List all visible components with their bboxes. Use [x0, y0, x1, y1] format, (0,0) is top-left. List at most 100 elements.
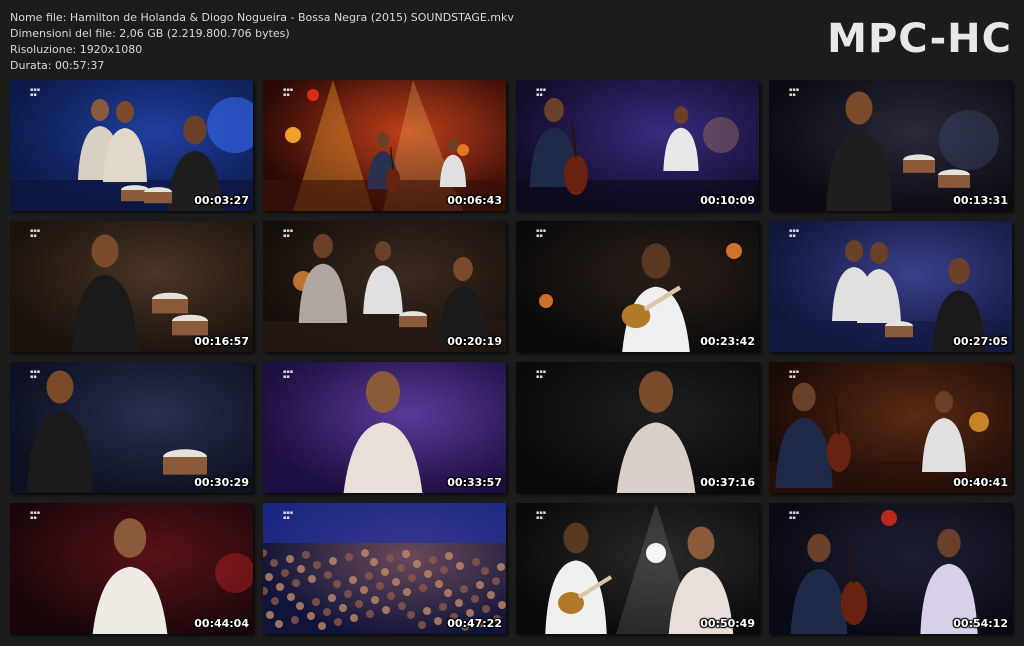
stage-light: [312, 598, 320, 606]
stage-light: [371, 596, 379, 604]
stage-light: [398, 602, 406, 610]
stage-light: [313, 561, 321, 569]
channel-logo: ▪▪▪ ▪▪: [30, 369, 41, 380]
bass-neck: [848, 542, 856, 584]
timestamp: 00:20:19: [447, 335, 502, 348]
double-bass: [564, 155, 588, 195]
video-thumbnail: ▪▪▪ ▪▪ 00:54:12: [769, 503, 1012, 634]
stage-light: [492, 577, 500, 585]
stage-light: [434, 617, 442, 625]
scene-drawing: [769, 382, 1012, 493]
video-thumbnail: ▪▪▪ ▪▪ 00:16:57: [10, 221, 253, 352]
timestamp: 00:54:12: [953, 617, 1008, 630]
scene-drawing: [27, 370, 207, 492]
drum-body: [163, 457, 207, 475]
stage-light: [381, 568, 389, 576]
stage-light: [207, 97, 253, 153]
drum-body: [152, 299, 188, 314]
stage-light: [296, 602, 304, 610]
drum-body: [399, 316, 427, 328]
drum-body: [903, 160, 935, 173]
stage-light: [291, 616, 299, 624]
stage-light: [263, 587, 268, 595]
stage-light: [466, 609, 474, 617]
timestamp: 00:27:05: [953, 335, 1008, 348]
scene-drawing: [616, 371, 696, 493]
stage-light: [307, 89, 319, 101]
stage-light: [397, 564, 405, 572]
stage-light: [444, 589, 452, 597]
stage-light: [418, 621, 426, 629]
video-thumbnail: ▪▪▪ ▪▪ 00:47:22: [263, 503, 506, 634]
video-thumbnail: ▪▪▪ ▪▪ 00:40:41: [769, 362, 1012, 493]
performer-figure: [790, 533, 848, 634]
channel-logo: ▪▪▪ ▪▪: [30, 228, 41, 239]
channel-logo: ▪▪▪ ▪▪: [283, 87, 294, 98]
scene-drawing: [826, 91, 999, 211]
stage-light: [429, 556, 437, 564]
performer-figure: [663, 106, 699, 171]
stage-light: [487, 591, 495, 599]
stage-light: [881, 510, 897, 526]
stage-light: [308, 575, 316, 583]
stage-light: [286, 555, 294, 563]
stage-light: [460, 585, 468, 593]
stage-light: [361, 549, 369, 557]
performer-figure: [72, 234, 138, 352]
video-thumbnail: ▪▪▪ ▪▪ 00:23:42: [516, 221, 759, 352]
timestamp: 00:30:29: [194, 476, 249, 489]
drum-body: [885, 326, 913, 338]
scene-drawing: [343, 371, 423, 493]
channel-logo: ▪▪▪ ▪▪: [30, 87, 41, 98]
stage-light: [386, 554, 394, 562]
venue-ceiling: [263, 503, 506, 543]
channel-logo: ▪▪▪ ▪▪: [789, 228, 800, 239]
stage-light: [445, 552, 453, 560]
stage-light: [292, 579, 300, 587]
stage-light: [270, 559, 278, 567]
stage-light: [365, 572, 373, 580]
performer-figure: [92, 518, 168, 634]
channel-logo: ▪▪▪ ▪▪: [536, 369, 547, 380]
double-bass: [840, 581, 868, 625]
stage-light: [334, 618, 342, 626]
video-thumbnail: ▪▪▪ ▪▪ 00:27:05: [769, 221, 1012, 352]
stage-light: [407, 611, 415, 619]
timestamp: 00:13:31: [953, 194, 1008, 207]
stage-light: [439, 603, 447, 611]
channel-logo: ▪▪▪ ▪▪: [536, 228, 547, 239]
file-info: Nome file: Hamilton de Holanda & Diogo N…: [10, 10, 514, 74]
performer-figure: [343, 371, 423, 493]
stage-light: [703, 117, 739, 153]
timestamp: 00:16:57: [194, 335, 249, 348]
stage-light: [285, 127, 301, 143]
video-thumbnail: ▪▪▪ ▪▪ 00:06:43: [263, 80, 506, 211]
scene-drawing: [92, 518, 253, 634]
stage-light: [329, 557, 337, 565]
channel-logo: ▪▪▪ ▪▪: [283, 228, 294, 239]
video-thumbnail: ▪▪▪ ▪▪ 00:37:16: [516, 362, 759, 493]
stage-light: [333, 580, 341, 588]
drum-body: [172, 321, 208, 336]
stage-light: [323, 608, 331, 616]
video-thumbnail: ▪▪▪ ▪▪ 00:50:49: [516, 503, 759, 634]
stage-light: [360, 586, 368, 594]
channel-logo: ▪▪▪ ▪▪: [789, 510, 800, 521]
stage-light: [344, 590, 352, 598]
stage-light: [456, 562, 464, 570]
stage-light: [482, 605, 490, 613]
timestamp: 00:44:04: [194, 617, 249, 630]
timestamp: 00:06:43: [447, 194, 502, 207]
video-thumbnail: ▪▪▪ ▪▪ 00:20:19: [263, 221, 506, 352]
scene-drawing: [10, 97, 253, 211]
stage-light: [318, 622, 326, 630]
stage-light: [440, 566, 448, 574]
stage-light: [387, 592, 395, 600]
resolution: Risoluzione: 1920x1080: [10, 43, 143, 56]
stage-light: [497, 563, 505, 571]
stage-light: [423, 607, 431, 615]
stage-light: [349, 576, 357, 584]
file-size: Dimensioni del file: 2,06 GB (2.219.800.…: [10, 27, 290, 40]
stage-light: [455, 599, 463, 607]
thumbnail-sheet: Nome file: Hamilton de Holanda & Diogo N…: [0, 0, 1024, 646]
